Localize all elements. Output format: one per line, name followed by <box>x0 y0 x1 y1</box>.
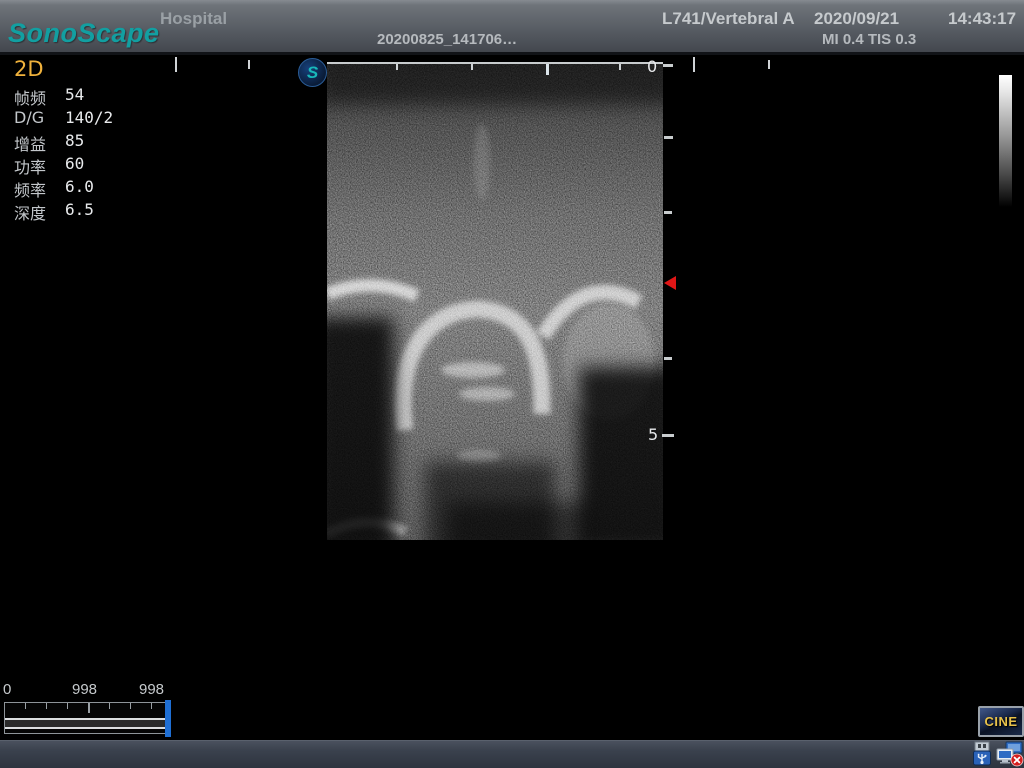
cine-button[interactable]: CINE <box>978 706 1024 737</box>
param-row-framerate: 帧频 54 <box>14 85 194 108</box>
width-scale-tick <box>175 57 177 72</box>
param-label: 功率 <box>14 154 46 178</box>
depth-tick <box>662 434 674 437</box>
param-value: 140/2 <box>65 108 113 127</box>
param-row-gain: 增益 85 <box>14 131 194 154</box>
width-scale-tick <box>693 57 695 72</box>
focus-position-marker-icon <box>664 276 676 290</box>
width-scale-tick <box>248 60 250 69</box>
cine-progress-fill <box>5 718 169 729</box>
width-scale-tick <box>768 60 770 69</box>
grayscale-map-bar <box>999 75 1012 207</box>
cine-position-handle[interactable] <box>165 700 171 737</box>
ultrasound-system-screen: SonoScape Hospital 20200825_141706… L741… <box>0 0 1024 768</box>
exam-id: 20200825_141706… <box>377 31 517 48</box>
usb-device-icon[interactable] <box>971 741 993 767</box>
hospital-name: Hospital <box>160 9 227 29</box>
system-date: 2020/09/21 <box>814 9 899 29</box>
param-label: 增益 <box>14 131 46 155</box>
param-label: 深度 <box>14 200 46 224</box>
param-value: 60 <box>65 154 84 173</box>
cine-end-frame: 998 <box>139 681 164 698</box>
param-row-depth: 深度 6.5 <box>14 200 194 223</box>
param-label: 频率 <box>14 177 46 201</box>
param-value: 6.0 <box>65 177 94 196</box>
depth-tick <box>664 211 672 214</box>
param-row-dynamic-range: D/G 140/2 <box>14 108 194 131</box>
param-value: 85 <box>65 131 84 150</box>
param-value: 6.5 <box>65 200 94 219</box>
depth-scale-top-label: 0 <box>647 57 657 76</box>
imaging-mode-label: 2D <box>14 57 44 81</box>
taskbar <box>0 740 1024 768</box>
param-row-power: 功率 60 <box>14 154 194 177</box>
param-value: 54 <box>65 85 84 104</box>
depth-tick <box>664 136 673 139</box>
depth-scale-bottom-label: 5 <box>648 425 658 444</box>
param-label: D/G <box>14 108 44 127</box>
cine-start-frame: 0 <box>3 681 11 698</box>
param-row-frequency: 频率 6.0 <box>14 177 194 200</box>
cine-scrubber-track[interactable] <box>4 702 170 734</box>
param-label: 帧频 <box>14 85 46 109</box>
brand-logo: SonoScape <box>8 18 160 49</box>
probe-orientation-marker-icon: S <box>298 58 327 87</box>
system-time: 14:43:17 <box>948 9 1016 29</box>
depth-tick <box>663 64 673 67</box>
depth-tick <box>664 357 672 360</box>
network-disconnected-icon[interactable] <box>996 741 1024 767</box>
probe-preset: L741/Vertebral A <box>662 9 795 29</box>
ultrasound-image <box>327 62 663 540</box>
acoustic-indices: MI 0.4 TIS 0.3 <box>822 31 916 48</box>
cine-mid-frame: 998 <box>72 681 97 698</box>
